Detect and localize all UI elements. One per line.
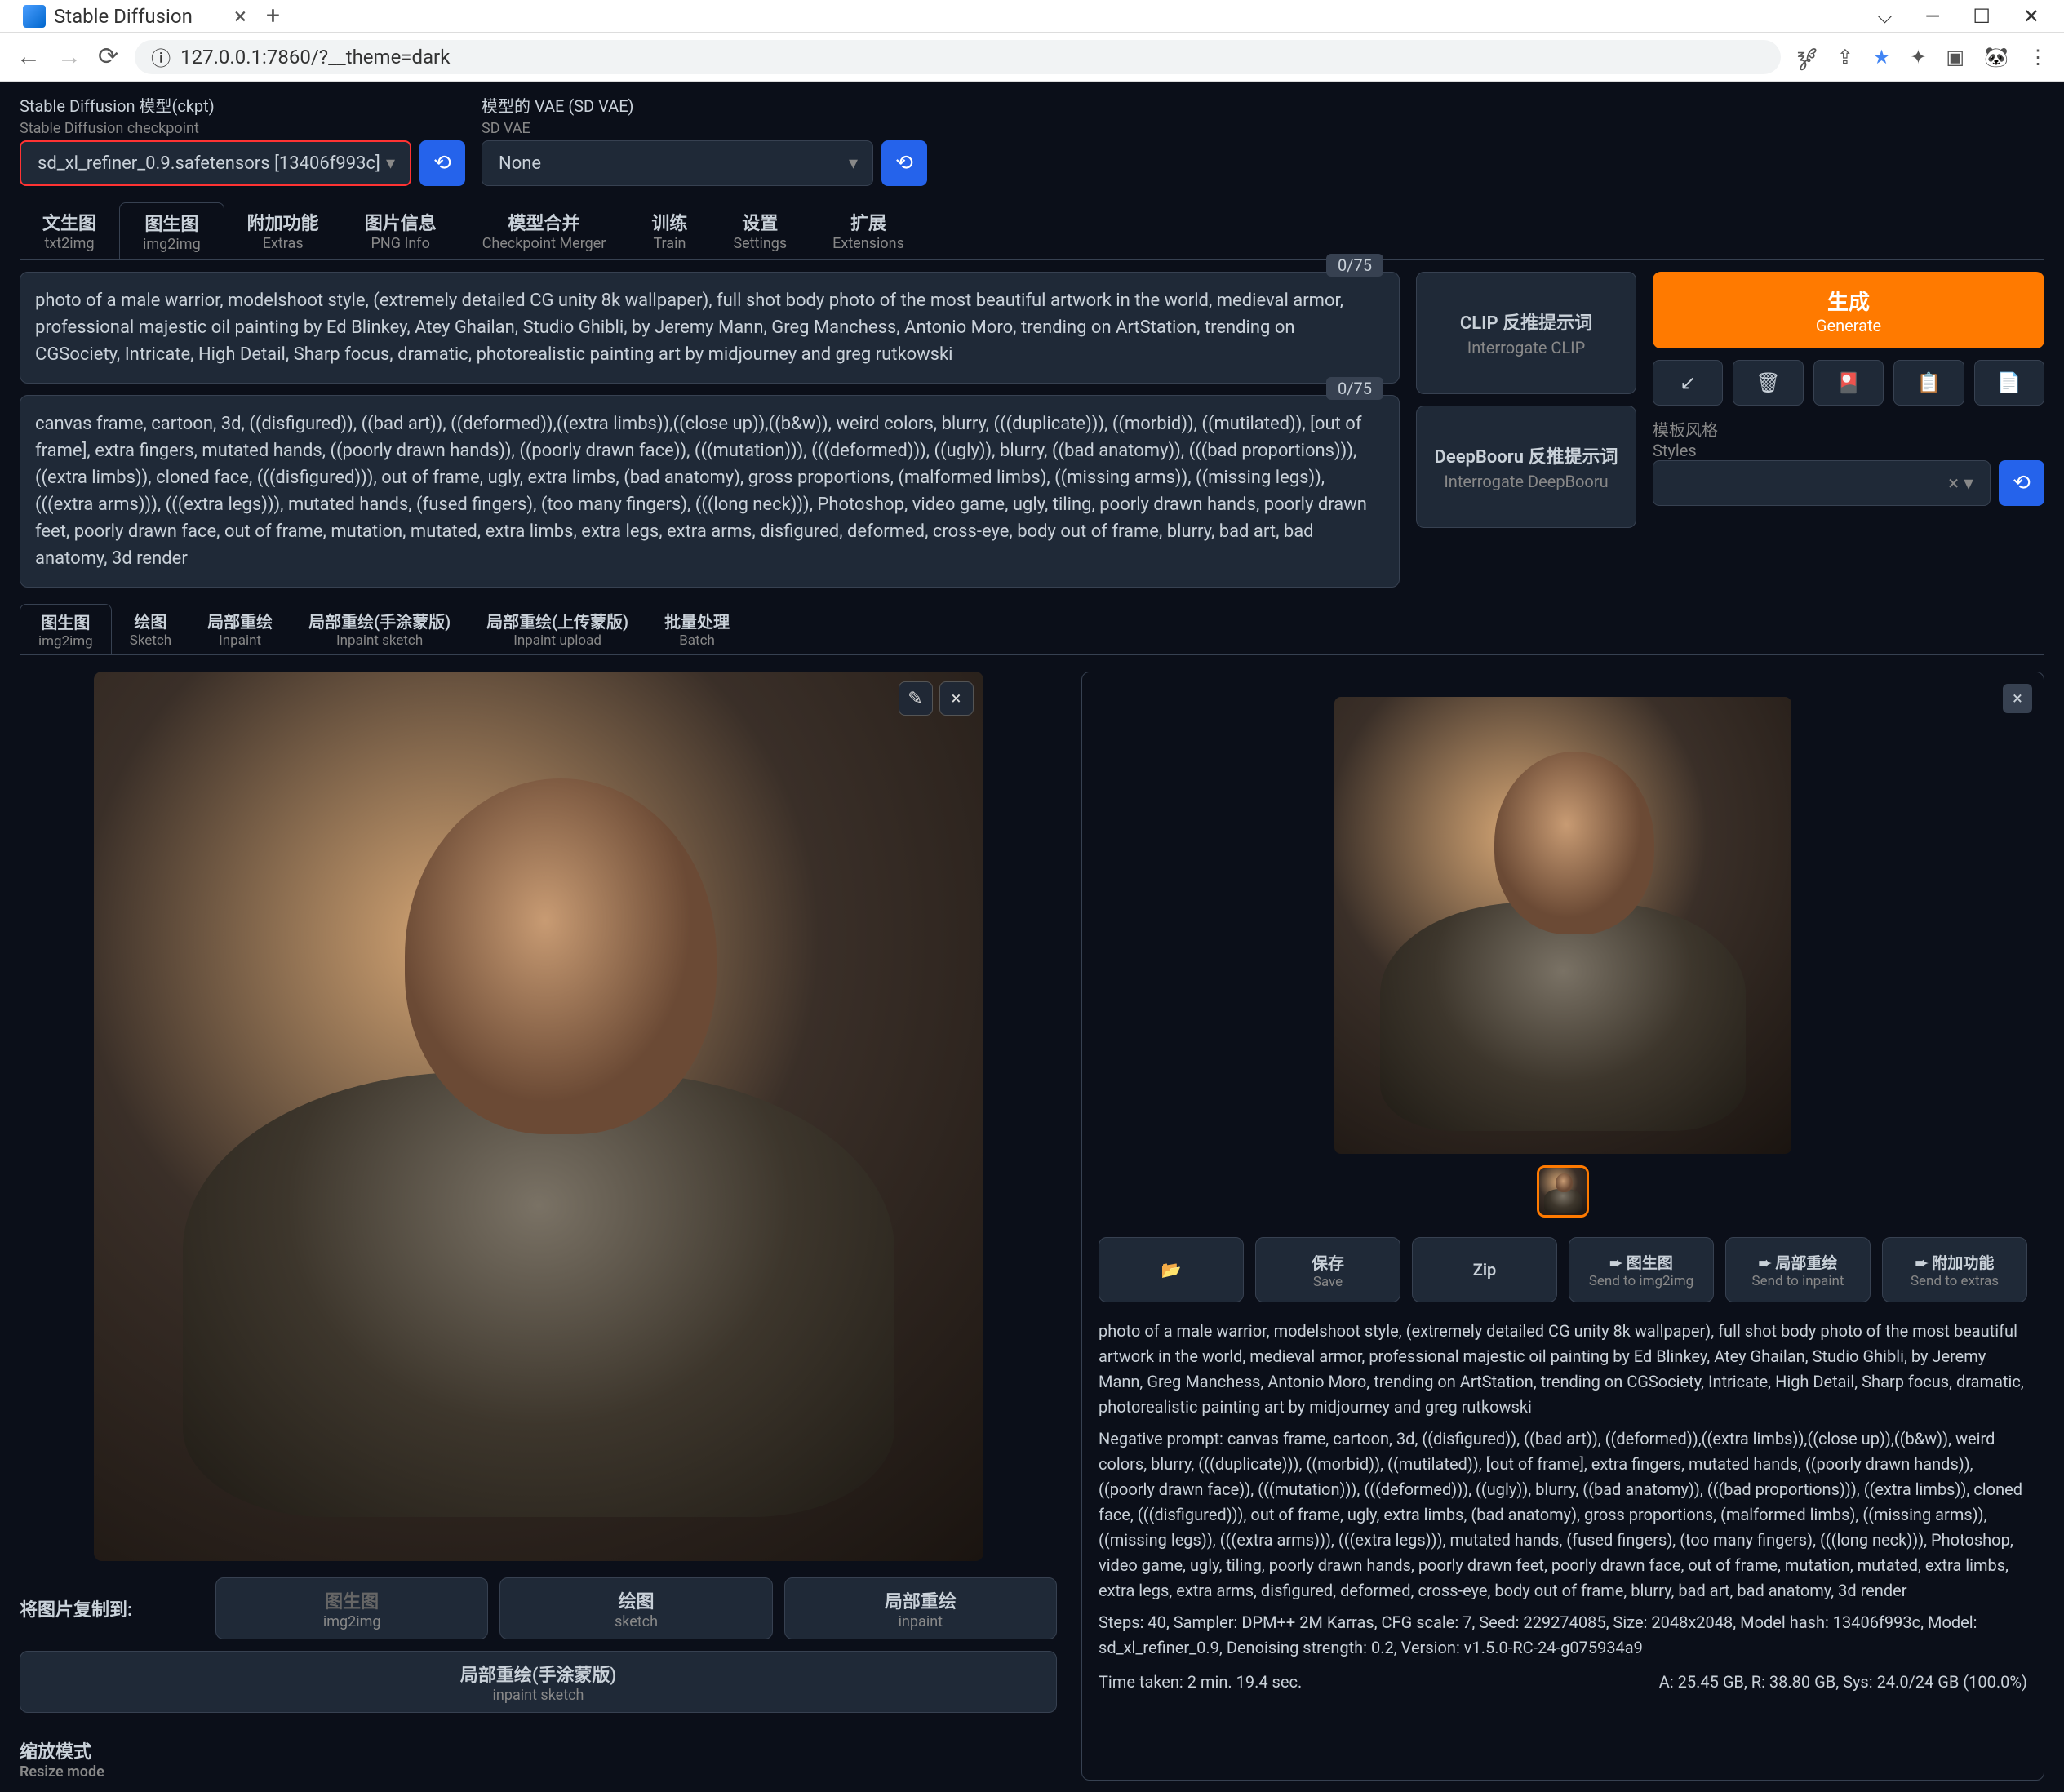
interrogate-deepbooru-button[interactable]: DeepBooru 反推提示词 Interrogate DeepBooru	[1416, 406, 1636, 528]
copy-inpaint-button[interactable]: 局部重绘inpaint	[784, 1577, 1057, 1639]
arrow-tool-button[interactable]: ↙	[1653, 360, 1723, 406]
edit-image-icon[interactable]: ✎	[899, 681, 933, 716]
tab-merger[interactable]: 模型合并Checkpoint Merger	[459, 202, 629, 259]
file-tool-button[interactable]: 📄	[1974, 360, 2044, 406]
styles-label-cn: 模板风格	[1653, 417, 2044, 441]
checkpoint-dropdown[interactable]: sd_xl_refiner_0.9.safetensors [13406f993…	[20, 140, 411, 186]
tab-img2img[interactable]: 图生图img2img	[119, 202, 224, 259]
prompt-counter: 0/75	[1326, 254, 1383, 277]
resize-mode-label-en: Resize mode	[20, 1763, 1057, 1781]
tab-extras[interactable]: 附加功能Extras	[224, 202, 342, 259]
zip-button[interactable]: Zip	[1412, 1237, 1557, 1302]
window-expand-icon[interactable]: ⌵	[1877, 5, 1892, 28]
result-close-icon[interactable]: ×	[2003, 684, 2032, 713]
interrogate-clip-button[interactable]: CLIP 反推提示词 Interrogate CLIP	[1416, 272, 1636, 394]
window-close-icon[interactable]: ✕	[2023, 5, 2040, 28]
subtab-sketch[interactable]: 绘图Sketch	[112, 604, 189, 654]
save-button[interactable]: 保存Save	[1255, 1237, 1400, 1302]
send-extras-button[interactable]: ➨ 附加功能Send to extras	[1882, 1237, 2027, 1302]
menu-icon[interactable]: ⋮	[2028, 46, 2048, 69]
subtab-inpaint-upload[interactable]: 局部重绘(上传蒙版)Inpaint upload	[468, 604, 646, 654]
profile-icon[interactable]: 🐼	[1984, 46, 2009, 69]
time-taken-text: Time taken: 2 min. 19.4 sec.	[1099, 1672, 1302, 1692]
favicon	[23, 5, 46, 28]
result-neg-text: Negative prompt: canvas frame, cartoon, …	[1099, 1426, 2027, 1603]
tab-title: Stable Diffusion	[54, 5, 193, 28]
nav-forward-icon: →	[57, 42, 82, 71]
result-panel: × 📂 保存Save Zip ➨ 图生图Send to img2img ➨ 局部…	[1081, 672, 2044, 1781]
prompt-textarea[interactable]: photo of a male warrior, modelshoot styl…	[20, 272, 1400, 384]
copy-img2img-button: 图生图img2img	[215, 1577, 488, 1639]
share-icon[interactable]: ⇪	[1837, 46, 1853, 69]
trash-tool-button[interactable]: 🗑	[1733, 360, 1803, 406]
site-info-icon[interactable]: ⓘ	[151, 42, 171, 71]
subtab-img2img[interactable]: 图生图img2img	[20, 604, 112, 654]
browser-titlebar: Stable Diffusion × + ⌵ — ☐ ✕	[0, 0, 2064, 33]
copy-to-label: 将图片复制到:	[20, 1595, 199, 1621]
window-maximize-icon[interactable]: ☐	[1973, 5, 1991, 28]
resize-mode-label-cn: 缩放模式	[20, 1737, 1057, 1763]
vae-refresh-button[interactable]: ⟲	[881, 140, 927, 186]
nav-back-icon[interactable]: ←	[16, 42, 41, 71]
send-inpaint-button[interactable]: ➨ 局部重绘Send to inpaint	[1725, 1237, 1871, 1302]
tab-train[interactable]: 训练Train	[628, 202, 710, 259]
checkpoint-label-en: Stable Diffusion checkpoint	[20, 120, 465, 137]
tab-txt2img[interactable]: 文生图txt2img	[20, 202, 119, 259]
vae-label-en: SD VAE	[482, 120, 927, 137]
tab-pnginfo[interactable]: 图片信息PNG Info	[342, 202, 459, 259]
main-tabs: 文生图txt2img 图生图img2img 附加功能Extras 图片信息PNG…	[20, 202, 2044, 260]
vae-label-cn: 模型的 VAE (SD VAE)	[482, 93, 927, 117]
window-minimize-icon[interactable]: —	[1925, 5, 1941, 28]
panel-icon[interactable]: ▣	[1946, 46, 1964, 69]
generate-button[interactable]: 生成 Generate	[1653, 272, 2044, 348]
browser-navbar: ← → ⟳ ⓘ 127.0.0.1:7860/?__theme=dark 🝳 ⇪…	[0, 33, 2064, 82]
palette-tool-button[interactable]: 🎴	[1813, 360, 1884, 406]
neg-prompt-textarea[interactable]: canvas frame, cartoon, 3d, ((disfigured)…	[20, 395, 1400, 588]
url-text: 127.0.0.1:7860/?__theme=dark	[180, 46, 450, 69]
checkpoint-refresh-button[interactable]: ⟲	[419, 140, 465, 186]
styles-dropdown[interactable]: × ▾	[1653, 460, 1991, 506]
bookmark-icon[interactable]: ★	[1873, 46, 1891, 69]
sub-tabs: 图生图img2img 绘图Sketch 局部重绘Inpaint 局部重绘(手涂蒙…	[20, 604, 2044, 655]
result-params-text: Steps: 40, Sampler: DPM++ 2M Karras, CFG…	[1099, 1610, 2027, 1661]
translate-icon[interactable]: 🝳	[1797, 37, 1818, 78]
checkpoint-label-cn: Stable Diffusion 模型(ckpt)	[20, 93, 465, 117]
open-folder-button[interactable]: 📂	[1099, 1237, 1244, 1302]
subtab-inpaint-sketch[interactable]: 局部重绘(手涂蒙版)Inpaint sketch	[291, 604, 468, 654]
vae-dropdown[interactable]: None	[482, 140, 873, 186]
nav-reload-icon[interactable]: ⟳	[98, 42, 118, 71]
result-thumbnail[interactable]	[1537, 1165, 1589, 1218]
extensions-icon[interactable]: ✦	[1910, 46, 1926, 69]
copy-inpaint-sketch-button[interactable]: 局部重绘(手涂蒙版)inpaint sketch	[20, 1651, 1057, 1713]
subtab-batch[interactable]: 批量处理Batch	[646, 604, 748, 654]
url-bar[interactable]: ⓘ 127.0.0.1:7860/?__theme=dark	[135, 40, 1781, 74]
input-image[interactable]: ✎ ×	[94, 672, 983, 1561]
tab-extensions[interactable]: 扩展Extensions	[810, 202, 927, 259]
neg-prompt-counter: 0/75	[1326, 377, 1383, 400]
result-prompt-text: photo of a male warrior, modelshoot styl…	[1099, 1319, 2027, 1420]
result-image[interactable]	[1334, 697, 1791, 1154]
tab-close-icon[interactable]: ×	[234, 2, 246, 29]
styles-label-en: Styles	[1653, 441, 2044, 460]
copy-sketch-button[interactable]: 绘图sketch	[499, 1577, 772, 1639]
browser-tab[interactable]: Stable Diffusion ×	[10, 2, 255, 31]
clipboard-tool-button[interactable]: 📋	[1893, 360, 1964, 406]
subtab-inpaint[interactable]: 局部重绘Inpaint	[189, 604, 291, 654]
send-img2img-button[interactable]: ➨ 图生图Send to img2img	[1569, 1237, 1714, 1302]
remove-image-icon[interactable]: ×	[939, 681, 974, 716]
tab-settings[interactable]: 设置Settings	[710, 202, 810, 259]
styles-refresh-button[interactable]: ⟲	[1999, 460, 2044, 506]
memory-text: A: 25.45 GB, R: 38.80 GB, Sys: 24.0/24 G…	[1659, 1672, 2027, 1692]
new-tab-button[interactable]: +	[266, 2, 280, 30]
